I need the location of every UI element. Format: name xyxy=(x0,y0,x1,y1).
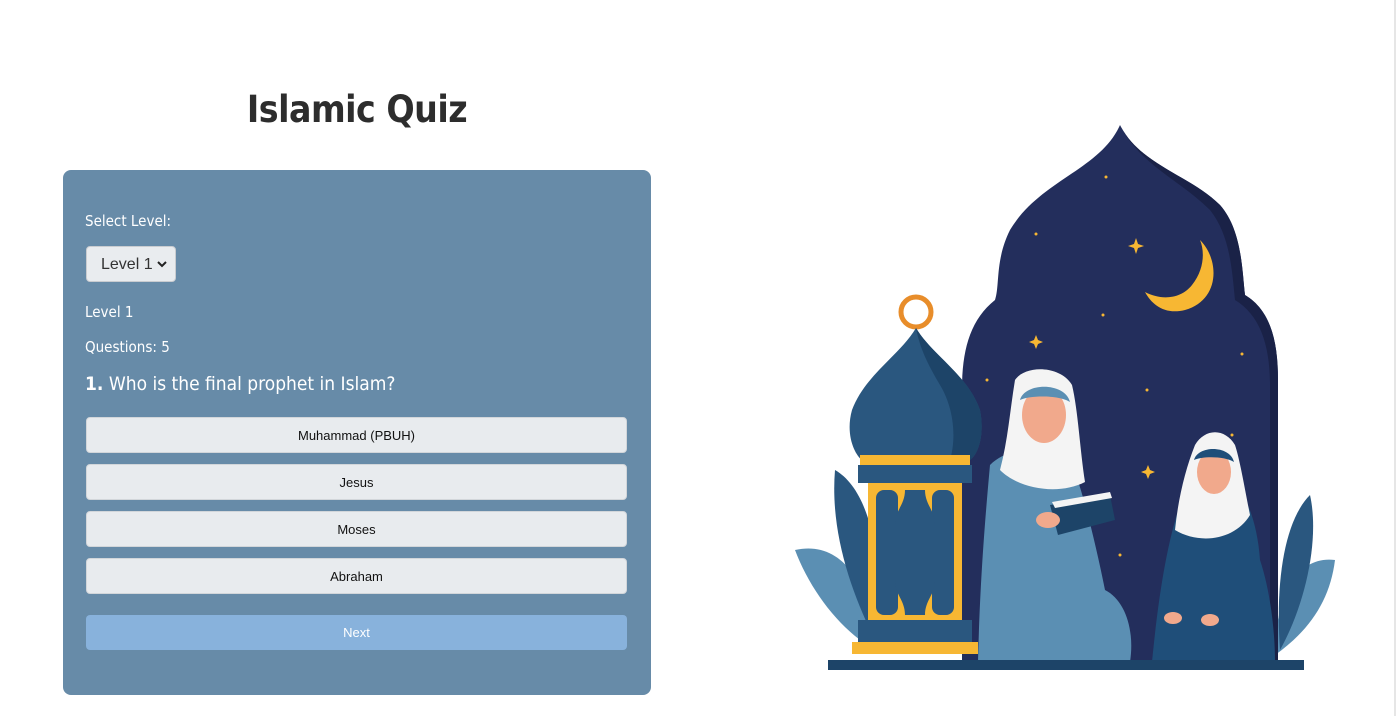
leaf-icon xyxy=(1275,495,1335,655)
page-title: Islamic Quiz xyxy=(246,88,468,131)
answer-button[interactable]: Moses xyxy=(86,511,627,547)
question-number: 1. xyxy=(85,373,104,395)
lantern-icon xyxy=(849,294,982,654)
answer-button[interactable]: Jesus xyxy=(86,464,627,500)
level-select[interactable]: Level 1 xyxy=(86,246,176,282)
next-button[interactable]: Next xyxy=(86,615,627,650)
question-heading: 1. Who is the final prophet in Islam? xyxy=(85,373,395,395)
current-level-text: Level 1 xyxy=(85,303,134,321)
floor-bar xyxy=(828,660,1304,670)
question-text: Who is the final prophet in Islam? xyxy=(108,373,396,395)
answer-button[interactable]: Abraham xyxy=(86,558,627,594)
questions-count: Questions: 5 xyxy=(85,338,170,356)
quiz-card: Select Level: Level 1 Level 1 Questions:… xyxy=(63,170,651,695)
mosque-arch-illustration xyxy=(795,125,1335,670)
answer-button[interactable]: Muhammad (PBUH) xyxy=(86,417,627,453)
level-select-value: Level 1 xyxy=(101,256,153,273)
chevron-down-icon xyxy=(157,261,167,268)
select-level-label: Select Level: xyxy=(85,212,172,230)
